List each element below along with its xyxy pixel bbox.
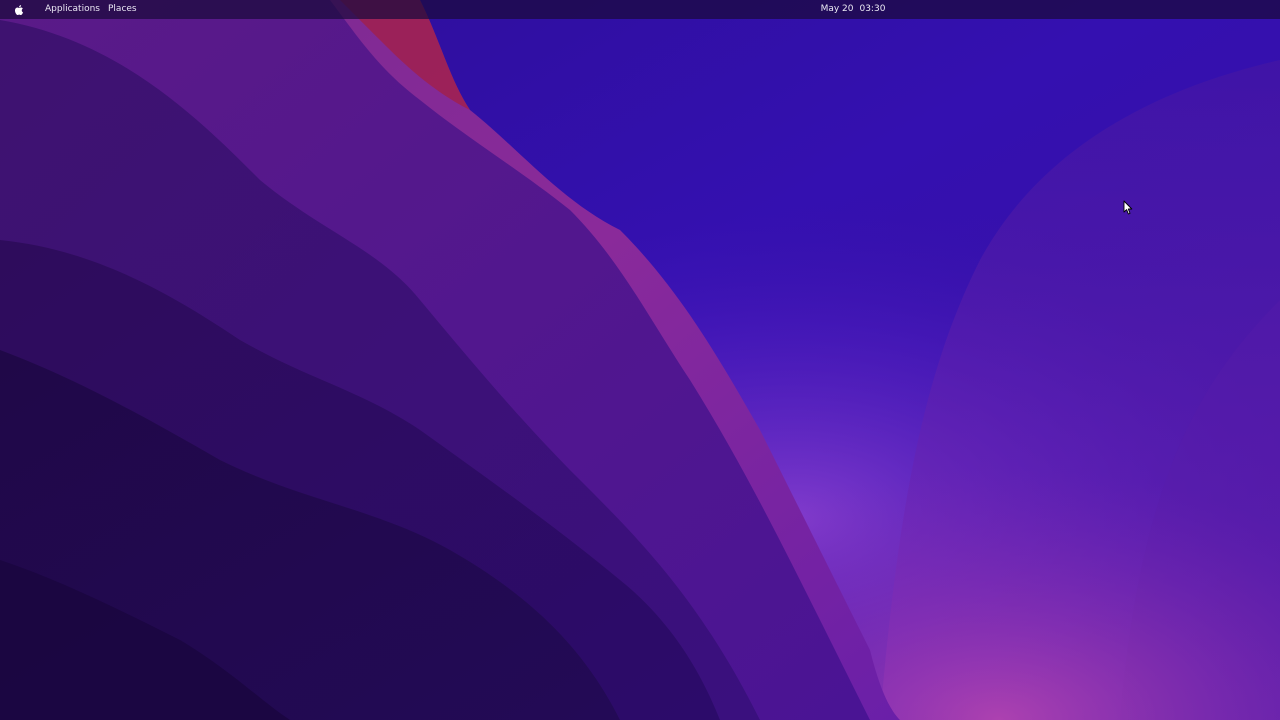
clock-date: May 20 [820, 4, 854, 14]
menu-applications[interactable]: Applications [45, 3, 100, 16]
desktop[interactable]: Applications Places May 20 03:30 [0, 0, 1280, 720]
menu-places[interactable]: Places [108, 3, 137, 16]
desktop-wallpaper [0, 0, 1280, 720]
arrow-cursor-icon [1123, 200, 1133, 215]
clock-time: 03:30 [859, 4, 886, 14]
apple-icon[interactable] [12, 3, 25, 16]
clock[interactable]: May 20 03:30 [0, 3, 1280, 16]
top-menu-bar: Applications Places May 20 03:30 [0, 0, 1280, 19]
